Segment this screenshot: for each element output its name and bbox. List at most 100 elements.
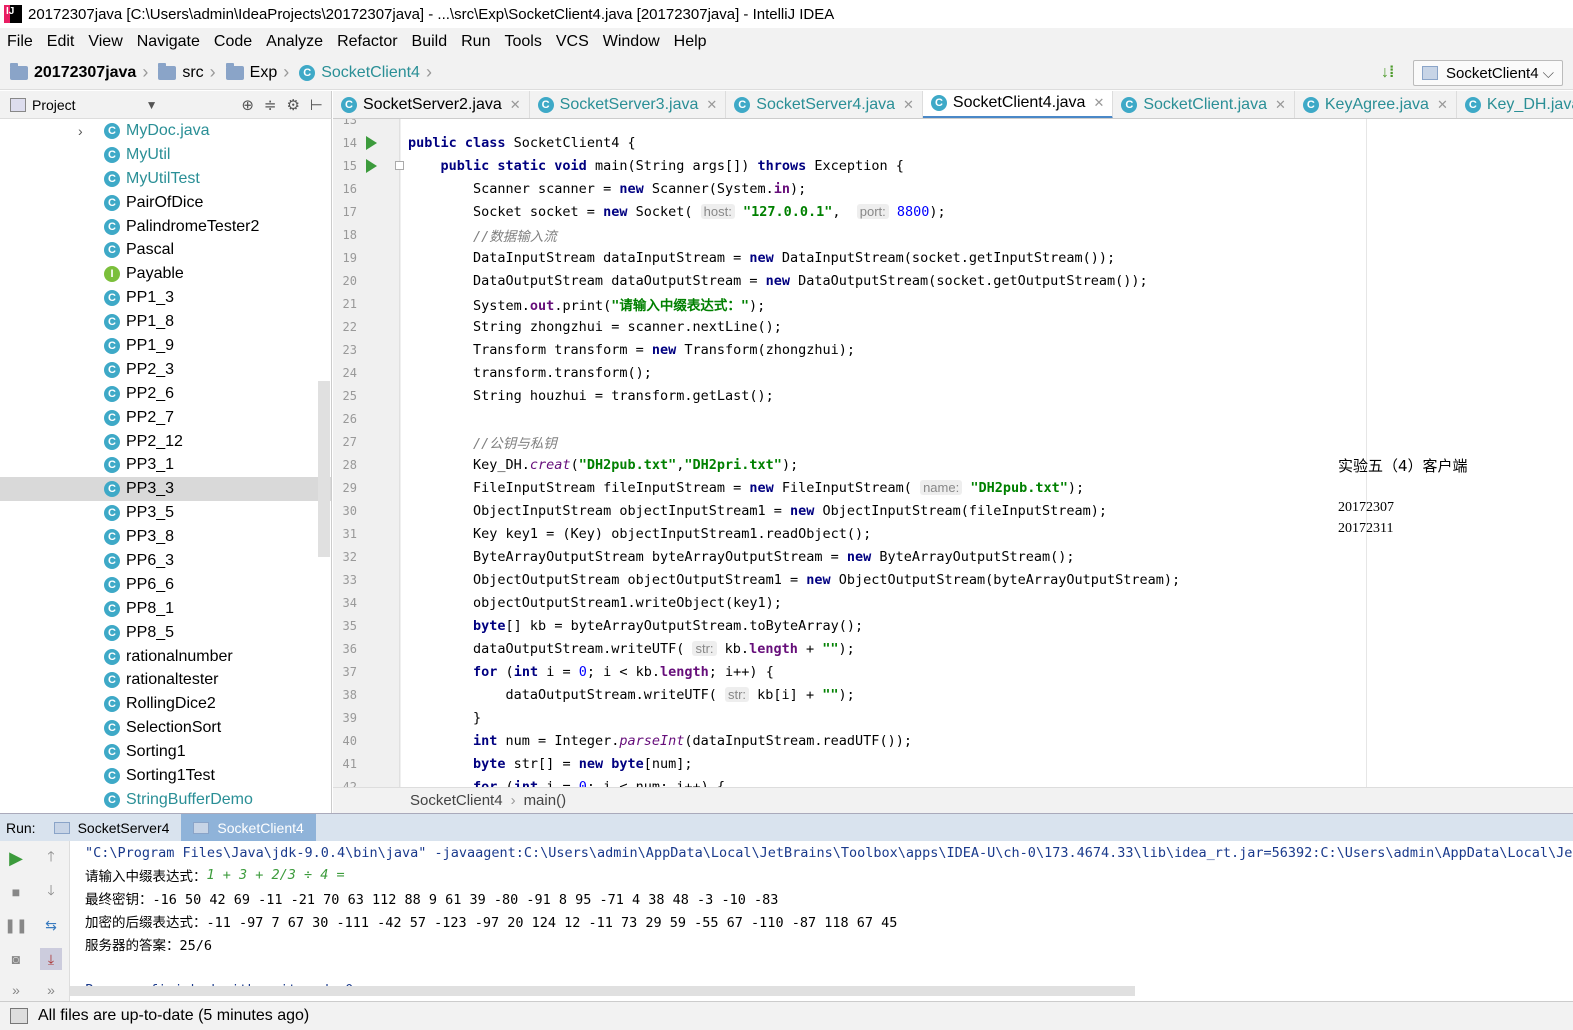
breadcrumb-project[interactable]: 20172307java › [10, 62, 148, 83]
tree-item[interactable]: C PP1_9 [0, 334, 331, 358]
class-icon: C [104, 242, 120, 259]
close-tab-icon[interactable]: ✕ [706, 97, 717, 113]
menu-refactor[interactable]: Refactor [330, 33, 404, 51]
close-tab-icon[interactable]: ✕ [1275, 97, 1286, 113]
tree-item[interactable]: C PP2_12 [0, 430, 331, 454]
tree-item[interactable]: C MyUtil [0, 143, 331, 167]
close-tab-icon[interactable]: ✕ [510, 97, 521, 113]
tree-item[interactable]: C PP6_3 [0, 549, 331, 573]
tree-item[interactable]: › C MyDoc.java [0, 119, 331, 143]
menu-navigate[interactable]: Navigate [130, 33, 207, 51]
code-line: 15 public static void main(String args[]… [333, 154, 1573, 177]
arrow-down-icon[interactable]: 🡓 [40, 881, 62, 903]
menu-vcs[interactable]: VCS [549, 33, 596, 51]
menu-analyze[interactable]: Analyze [259, 33, 330, 51]
run-gutter-icon[interactable] [366, 158, 377, 173]
menu-help[interactable]: Help [667, 33, 714, 51]
menu-view[interactable]: View [81, 33, 129, 51]
breadcrumb-src[interactable]: src › [158, 62, 216, 83]
tree-item[interactable]: C StringBufferDemo [0, 788, 331, 812]
tool-window-toggle-icon[interactable] [10, 1008, 28, 1024]
tree-item[interactable]: C Pascal [0, 238, 331, 262]
run-configuration-select[interactable]: SocketClient4 ⌵ [1413, 60, 1563, 86]
tree-item[interactable]: C PP1_8 [0, 310, 331, 334]
chevron-right-icon[interactable]: › [78, 123, 83, 139]
tree-item[interactable]: C Sorting1 [0, 740, 331, 764]
menu-run[interactable]: Run [454, 33, 497, 51]
editor-tab[interactable]: C SocketServer4.java ✕ [726, 91, 923, 118]
menu-edit[interactable]: Edit [40, 33, 82, 51]
code-text: ObjectInputStream objectInputStream1 = n… [408, 502, 1108, 519]
rerun-icon[interactable]: ▶ [5, 847, 27, 869]
stop-icon[interactable]: ■ [5, 881, 27, 903]
navigation-bar: 20172307java › src › Exp › C SocketClient4 ›… [0, 56, 1573, 90]
chevron-down-icon[interactable]: ▼ [146, 98, 158, 112]
build-sort-icon[interactable]: ↓⁞ [1381, 62, 1403, 84]
hide-panel-icon[interactable]: ⊢ [310, 96, 323, 114]
run-tab[interactable]: SocketClient4 [181, 813, 316, 842]
tree-scrollbar[interactable] [318, 381, 330, 557]
run-console[interactable]: "C:\Program Files\Java\jdk-9.0.4\bin\jav… [70, 841, 1573, 1001]
tree-item[interactable]: C Sorting1Test [0, 764, 331, 788]
code-editor[interactable]: 13 14 public class SocketClient4 {15 publi… [333, 119, 1573, 787]
close-tab-icon[interactable]: ✕ [903, 97, 914, 113]
tree-item[interactable]: C PP1_3 [0, 286, 331, 310]
close-tab-icon[interactable]: ✕ [1437, 97, 1448, 113]
menu-bar: File Edit View Navigate Code Analyze Refactor B… [0, 28, 1573, 56]
soft-wrap-icon[interactable]: ⇆ [40, 914, 62, 936]
class-icon: C [104, 385, 120, 402]
locate-icon[interactable]: ⊕ [241, 96, 254, 114]
menu-file[interactable]: File [0, 33, 40, 51]
tree-item[interactable]: C PP3_3 [0, 477, 331, 502]
project-panel-title[interactable]: Project [32, 97, 76, 113]
close-tab-icon[interactable]: ✕ [1093, 95, 1104, 111]
tree-item[interactable]: C RollingDice2 [0, 692, 331, 716]
run-gutter-icon[interactable] [366, 135, 377, 150]
arrow-up-icon[interactable]: 🡑 [40, 847, 62, 869]
editor-tab[interactable]: C SocketClient4.java ✕ [922, 91, 1114, 118]
tree-item[interactable]: C PP8_5 [0, 621, 331, 645]
fold-icon[interactable] [395, 161, 404, 170]
crumb-class[interactable]: SocketClient4 [410, 792, 503, 809]
menu-code[interactable]: Code [207, 33, 259, 51]
run-tab[interactable]: SocketServer4 [42, 814, 182, 842]
editor-tab[interactable]: C SocketServer3.java ✕ [530, 91, 727, 118]
tree-item[interactable]: I Payable [0, 262, 331, 286]
tree-item[interactable]: C PP3_1 [0, 453, 331, 477]
more-actions-icon[interactable]: » [40, 979, 62, 1001]
menu-build[interactable]: Build [405, 33, 455, 51]
tree-item[interactable]: C SelectionSort [0, 716, 331, 740]
editor-tab[interactable]: C KeyAgree.java ✕ [1295, 91, 1457, 118]
menu-tools[interactable]: Tools [497, 33, 548, 51]
breadcrumb-file[interactable]: C SocketClient4 › [299, 62, 432, 83]
console-scrollbar[interactable] [70, 986, 1135, 996]
tree-item[interactable]: C PalindromeTester2 [0, 215, 331, 239]
code-text: //公钥与私钥 [473, 435, 557, 452]
camera-icon[interactable]: ◙ [5, 948, 27, 970]
project-panel-tools: ⊕ ≑ ⚙ ⊢ [241, 96, 323, 114]
crumb-method[interactable]: main() [524, 792, 567, 809]
breadcrumb-exp[interactable]: Exp › [225, 62, 289, 83]
tree-item[interactable]: Crationalnumber [0, 645, 331, 669]
run-tabs: SocketServer4 SocketClient4 [42, 813, 316, 842]
tree-item[interactable]: C PP2_3 [0, 358, 331, 382]
class-icon: C [104, 648, 120, 665]
collapse-icon[interactable]: ≑ [264, 96, 277, 114]
tree-item[interactable]: C PP2_6 [0, 382, 331, 406]
tree-item[interactable]: C PP6_6 [0, 573, 331, 597]
tree-item[interactable]: Crationaltester [0, 668, 331, 692]
tree-item[interactable]: C MyUtilTest [0, 167, 331, 191]
expand-more-icon[interactable]: » [5, 979, 27, 1001]
editor-tab[interactable]: CKey_DH.java✕ [1457, 91, 1573, 118]
scroll-to-end-icon[interactable]: ⤓ [40, 948, 62, 970]
editor-tab[interactable]: C SocketServer2.java ✕ [333, 91, 530, 118]
tree-item[interactable]: C PP3_5 [0, 501, 331, 525]
tree-item[interactable]: C PP2_7 [0, 406, 331, 430]
pause-icon[interactable]: ❚❚ [4, 914, 27, 936]
tree-item[interactable]: C PairOfDice [0, 191, 331, 215]
gear-icon[interactable]: ⚙ [286, 96, 299, 114]
tree-item[interactable]: C PP8_1 [0, 597, 331, 621]
menu-window[interactable]: Window [596, 33, 667, 51]
editor-tab[interactable]: C SocketClient.java ✕ [1113, 91, 1295, 118]
tree-item[interactable]: C PP3_8 [0, 525, 331, 549]
